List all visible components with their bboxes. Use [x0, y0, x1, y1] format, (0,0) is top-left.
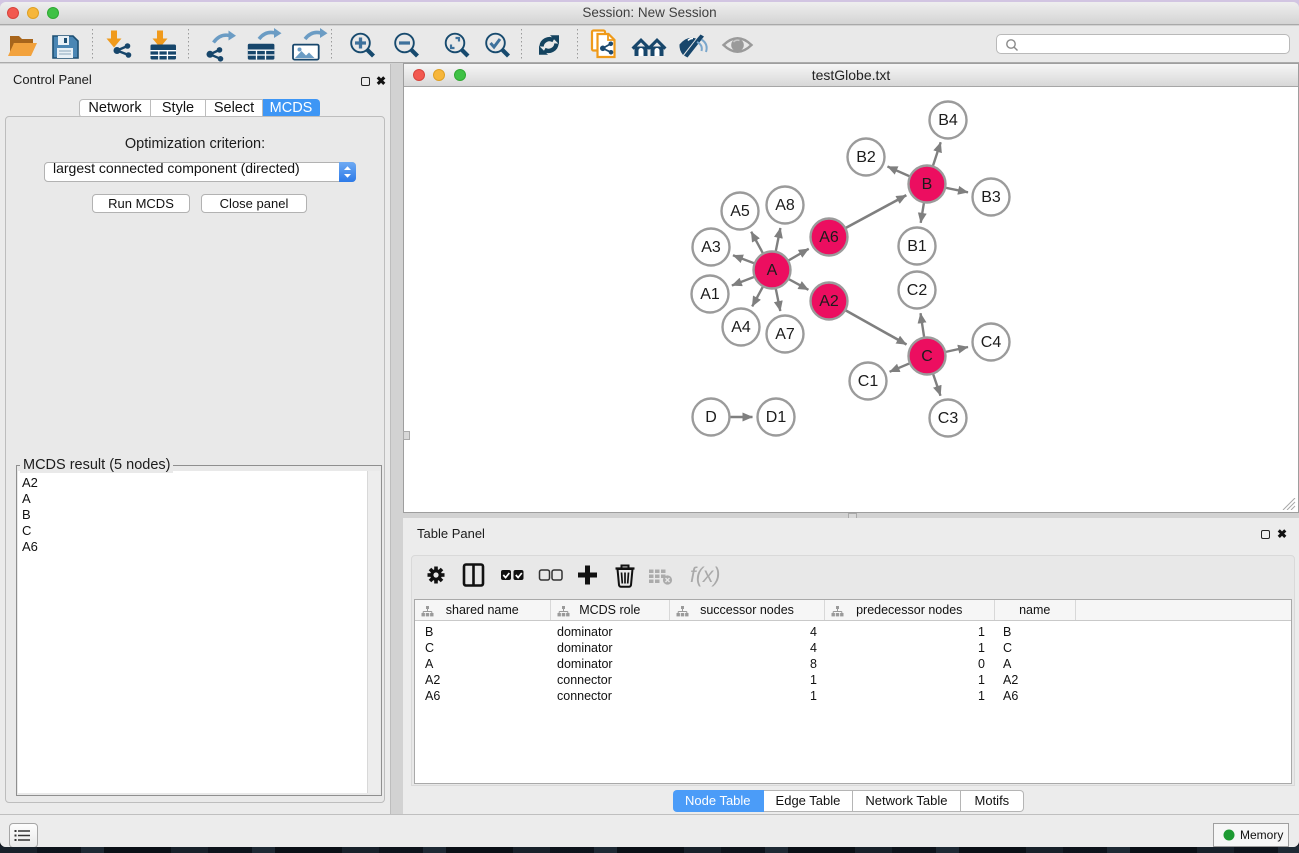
- svg-text:C: C: [921, 348, 933, 365]
- svg-text:A3: A3: [701, 239, 721, 256]
- svg-text:C2: C2: [907, 282, 928, 299]
- svg-text:D1: D1: [766, 409, 787, 426]
- svg-text:A4: A4: [731, 319, 751, 336]
- svg-text:A: A: [767, 262, 778, 279]
- svg-text:A6: A6: [819, 229, 839, 246]
- svg-text:C3: C3: [938, 410, 959, 427]
- svg-text:f(x): f(x): [690, 564, 720, 587]
- svg-text:A1: A1: [700, 286, 720, 303]
- svg-text:A7: A7: [775, 326, 795, 343]
- svg-text:A5: A5: [730, 203, 750, 220]
- svg-text:B1: B1: [907, 238, 927, 255]
- svg-text:A8: A8: [775, 197, 795, 214]
- svg-text:B: B: [922, 176, 933, 193]
- svg-text:D: D: [705, 409, 717, 426]
- svg-text:B2: B2: [856, 149, 876, 166]
- svg-text:C1: C1: [858, 373, 879, 390]
- svg-text:B4: B4: [938, 112, 958, 129]
- svg-text:C4: C4: [981, 334, 1002, 351]
- svg-text:B3: B3: [981, 189, 1001, 206]
- svg-text:A2: A2: [819, 293, 839, 310]
